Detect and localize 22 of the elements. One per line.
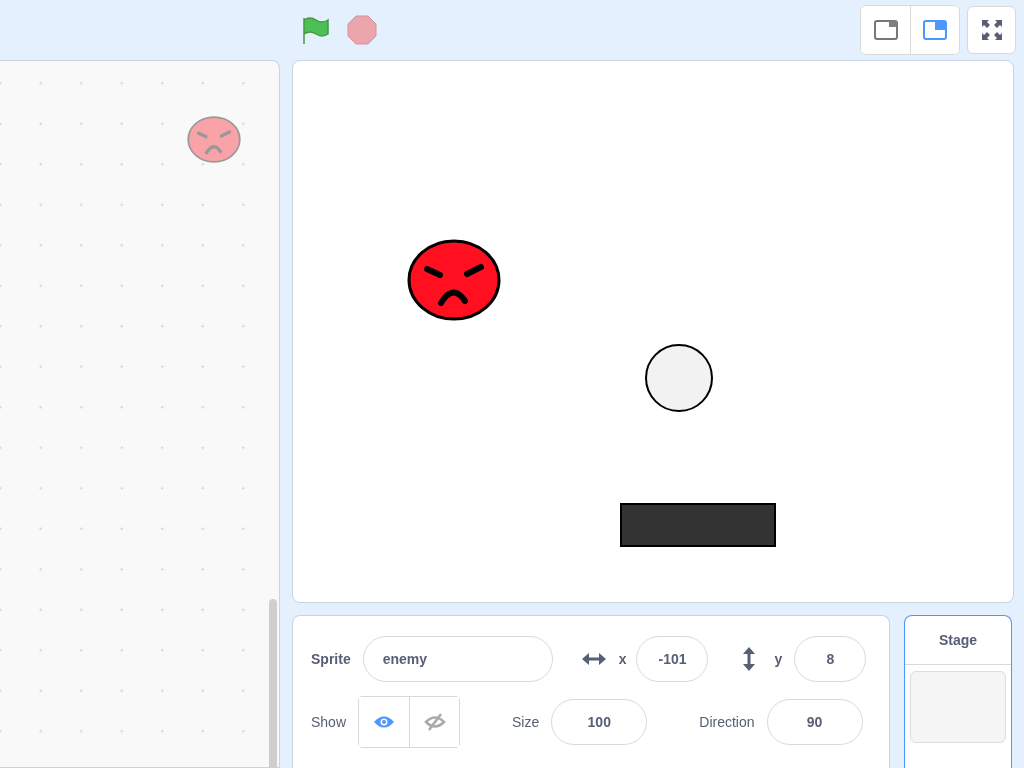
stop-icon[interactable] bbox=[346, 14, 378, 46]
scrollbar[interactable] bbox=[269, 599, 277, 768]
direction-label: Direction bbox=[699, 714, 755, 730]
normal-stage-icon bbox=[923, 20, 947, 40]
fullscreen-icon bbox=[980, 19, 1003, 41]
small-stage-icon bbox=[873, 20, 898, 40]
show-label: Show bbox=[311, 714, 347, 730]
vertical-arrow-icon bbox=[742, 646, 757, 672]
hide-button[interactable] bbox=[409, 697, 460, 747]
stage-title: Stage bbox=[905, 616, 1011, 665]
sprite-label: Sprite bbox=[311, 651, 351, 667]
eye-icon bbox=[373, 715, 396, 729]
stage-thumbnail[interactable] bbox=[910, 671, 1006, 743]
eye-slash-icon bbox=[423, 713, 446, 731]
fullscreen-button[interactable] bbox=[967, 6, 1016, 54]
size-label: Size bbox=[512, 714, 540, 730]
x-label: x bbox=[618, 651, 627, 667]
sprite-ghost-drawing bbox=[187, 116, 241, 163]
flag-icon[interactable] bbox=[300, 14, 332, 46]
stage-size-button[interactable] bbox=[910, 6, 959, 54]
y-label: y bbox=[774, 651, 783, 667]
horizontal-arrow-icon bbox=[580, 652, 607, 666]
